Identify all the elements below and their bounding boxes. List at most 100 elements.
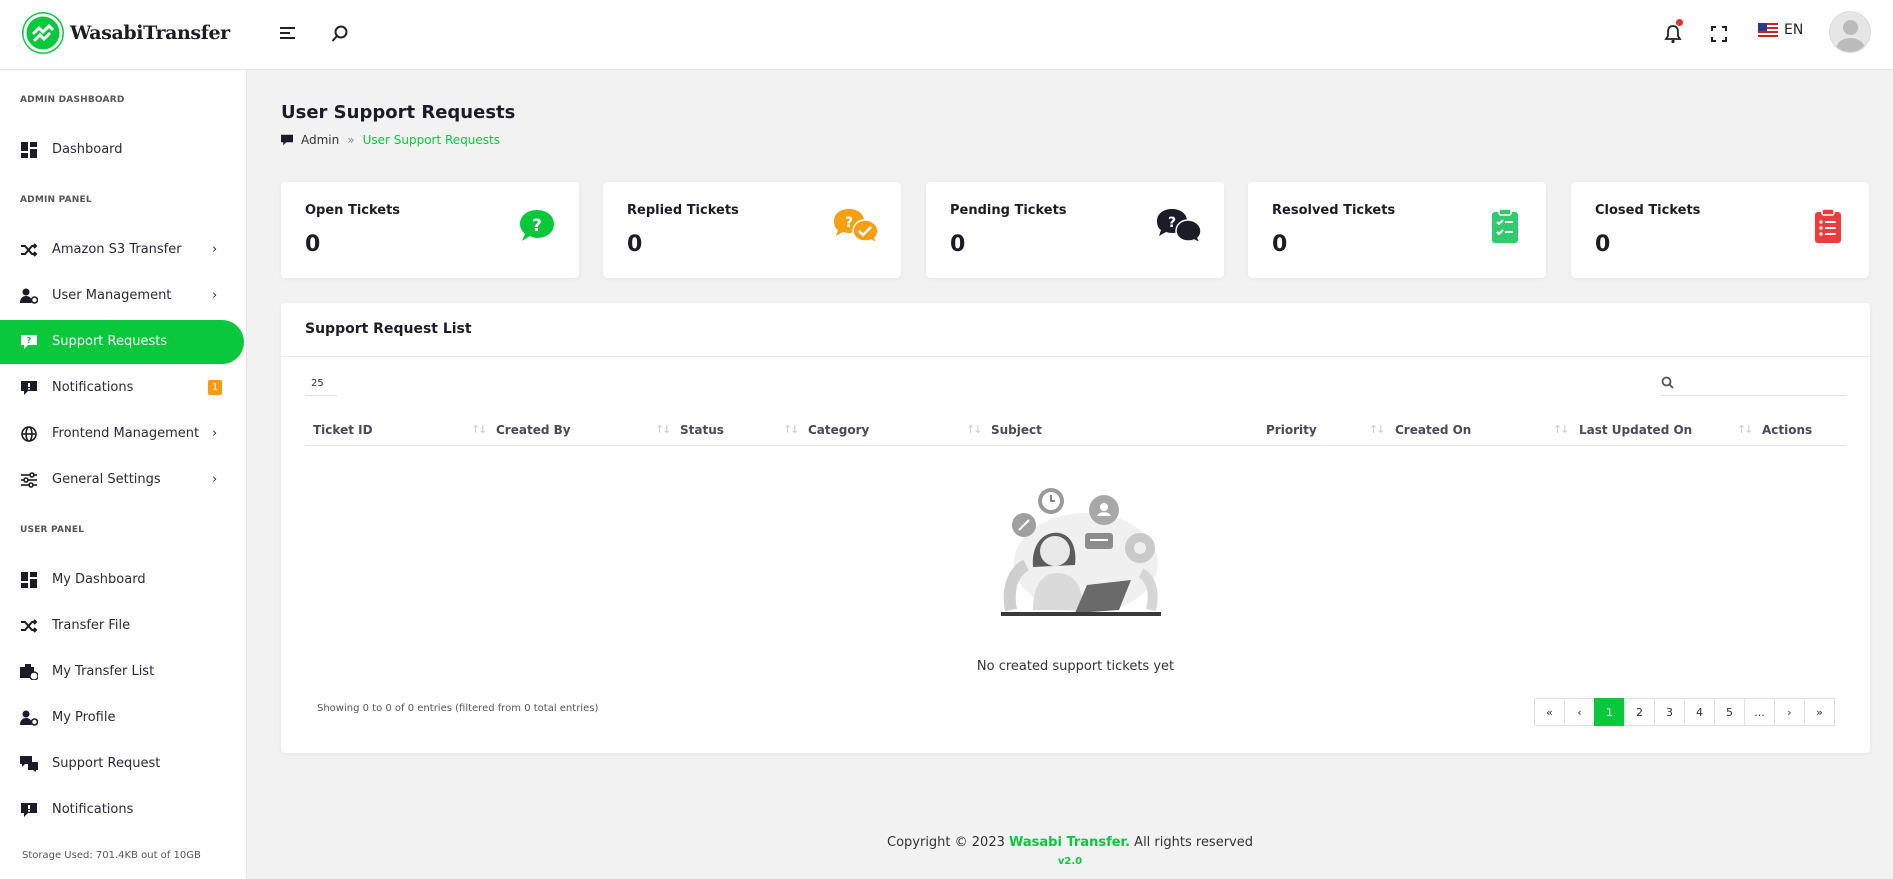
page-3-button[interactable]: 3: [1654, 698, 1685, 726]
column-last-updated-on[interactable]: Last Updated On: [1579, 423, 1692, 437]
table-search-input[interactable]: [1661, 368, 1846, 396]
svg-text:?: ?: [27, 336, 32, 345]
language-selector[interactable]: EN: [1758, 22, 1803, 38]
pending-chat-icon: ?: [1156, 208, 1202, 245]
stat-pending-tickets: Pending Tickets 0 ?: [926, 182, 1224, 278]
sidebar-item-support-request[interactable]: Support Request: [0, 742, 244, 786]
sidebar-item-notifications[interactable]: Notifications 1: [0, 366, 244, 410]
column-actions: Actions: [1762, 423, 1813, 437]
sidebar-item-amazon-s3-transfer[interactable]: Amazon S3 Transfer ›: [0, 228, 244, 272]
page-title: User Support Requests: [281, 102, 516, 123]
briefcase-check-icon: [20, 663, 38, 681]
sidebar-item-label: My Dashboard: [52, 572, 146, 587]
sort-icon[interactable]: ↑↓: [471, 423, 488, 436]
sliders-icon: [20, 471, 38, 489]
empty-state-text: No created support tickets yet: [976, 659, 1175, 674]
breadcrumb: Admin » User Support Requests: [281, 133, 500, 147]
sort-icon[interactable]: ↑↓: [1553, 423, 1570, 436]
breadcrumb-current: User Support Requests: [362, 133, 501, 147]
column-ticket-id[interactable]: Ticket ID: [313, 423, 373, 437]
copyright-suffix: All rights reserved: [1130, 835, 1253, 850]
fullscreen-icon[interactable]: [1707, 22, 1731, 46]
stat-label: Closed Tickets: [1595, 203, 1701, 218]
sort-icon[interactable]: ↑↓: [966, 423, 983, 436]
wasabi-logo-icon: [22, 12, 64, 54]
avatar[interactable]: [1829, 11, 1871, 53]
sidebar-item-my-dashboard[interactable]: My Dashboard: [0, 558, 244, 602]
page-length-select[interactable]: 25: [305, 374, 337, 396]
us-flag-icon: [1758, 23, 1778, 37]
sidebar-item-label: Support Requests: [52, 334, 168, 349]
empty-state-illustration: [991, 485, 1171, 625]
page-last-button[interactable]: »: [1804, 698, 1835, 726]
sort-icon[interactable]: ↑↓: [655, 423, 672, 436]
user-gear-icon: [20, 287, 38, 305]
search-icon[interactable]: [328, 22, 352, 46]
stat-closed-tickets: Closed Tickets 0: [1571, 182, 1869, 278]
replied-chat-icon: ?: [833, 208, 879, 245]
stat-value: 0: [950, 232, 966, 257]
sidebar-item-label: Support Request: [52, 756, 161, 771]
sort-icon[interactable]: ↑↓: [783, 423, 800, 436]
page-1-button[interactable]: 1: [1594, 698, 1625, 726]
column-category[interactable]: Category: [808, 423, 869, 437]
stat-label: Open Tickets: [305, 203, 401, 218]
support-chat-icon: [20, 755, 38, 773]
column-status[interactable]: Status: [680, 423, 724, 437]
stat-open-tickets: Open Tickets 0 ?: [281, 182, 579, 278]
sidebar: ADMIN DASHBOARD Dashboard ADMIN PANEL Am…: [0, 70, 247, 879]
dashboard-icon: [20, 141, 38, 159]
sidebar-item-general-settings[interactable]: General Settings ›: [0, 458, 244, 502]
sidebar-item-my-transfer-list[interactable]: My Transfer List: [0, 650, 244, 694]
column-priority[interactable]: Priority: [1266, 423, 1317, 437]
clipboard-list-icon: [1807, 208, 1847, 244]
sidebar-item-my-profile[interactable]: My Profile: [0, 696, 244, 740]
stat-resolved-tickets: Resolved Tickets 0: [1248, 182, 1546, 278]
sort-icon[interactable]: ↑↓: [1737, 423, 1754, 436]
stat-label: Replied Tickets: [627, 203, 739, 218]
sidebar-item-user-management[interactable]: User Management ›: [0, 274, 244, 318]
alert-icon: [20, 801, 38, 819]
breadcrumb-icon: [281, 134, 293, 146]
sidebar-item-transfer-file[interactable]: Transfer File: [0, 604, 244, 648]
shuffle-icon: [20, 241, 38, 259]
page-2-button[interactable]: 2: [1624, 698, 1655, 726]
sidebar-item-dashboard[interactable]: Dashboard: [0, 128, 244, 172]
sidebar-item-label: Notifications: [52, 380, 134, 395]
logo[interactable]: WasabiTransfer: [22, 12, 230, 54]
sidebar-item-support-requests[interactable]: ? Support Requests: [0, 320, 244, 364]
sort-icon[interactable]: ↑↓: [1369, 423, 1386, 436]
column-created-on[interactable]: Created On: [1395, 423, 1471, 437]
svg-text:?: ?: [845, 215, 853, 231]
page-prev-button[interactable]: ‹: [1564, 698, 1595, 726]
column-created-by[interactable]: Created By: [496, 423, 571, 437]
support-request-list-panel: Support Request List 25 Ticket ID ↑↓ Cre…: [281, 303, 1870, 753]
footer-brand-link[interactable]: Wasabi Transfer.: [1009, 835, 1130, 850]
chevron-right-icon: ›: [212, 288, 218, 303]
sidebar-item-label: Notifications: [52, 802, 134, 817]
chevron-right-icon: ›: [212, 426, 218, 441]
column-subject: Subject: [991, 423, 1042, 437]
section-admin-dashboard: ADMIN DASHBOARD: [20, 95, 125, 105]
sidebar-item-label: Frontend Management: [52, 426, 200, 441]
sidebar-item-label: Dashboard: [52, 142, 123, 157]
panel-title: Support Request List: [305, 321, 472, 337]
page-first-button[interactable]: «: [1534, 698, 1565, 726]
page-5-button[interactable]: 5: [1714, 698, 1745, 726]
page-next-button[interactable]: ›: [1774, 698, 1805, 726]
pagination: « ‹ 1 2 3 4 5 ... › »: [1534, 698, 1835, 726]
notification-count-badge: 1: [208, 380, 222, 395]
top-bar: WasabiTransfer EN: [0, 0, 1893, 70]
sidebar-item-user-notifications[interactable]: Notifications: [0, 788, 244, 832]
bell-icon[interactable]: [1661, 22, 1685, 46]
user-gear-icon: [20, 709, 38, 727]
sidebar-item-label: Transfer File: [52, 618, 131, 633]
sidebar-item-label: My Transfer List: [52, 664, 155, 679]
breadcrumb-admin[interactable]: Admin: [301, 133, 339, 147]
sidebar-item-frontend-management[interactable]: Frontend Management ›: [0, 412, 244, 456]
storage-used: Storage Used: 701.4KB out of 10GB: [22, 850, 201, 861]
table-info: Showing 0 to 0 of 0 entries (filtered fr…: [317, 703, 599, 714]
page-4-button[interactable]: 4: [1684, 698, 1715, 726]
brand-name: WasabiTransfer: [70, 22, 230, 44]
menu-icon[interactable]: [276, 22, 300, 46]
